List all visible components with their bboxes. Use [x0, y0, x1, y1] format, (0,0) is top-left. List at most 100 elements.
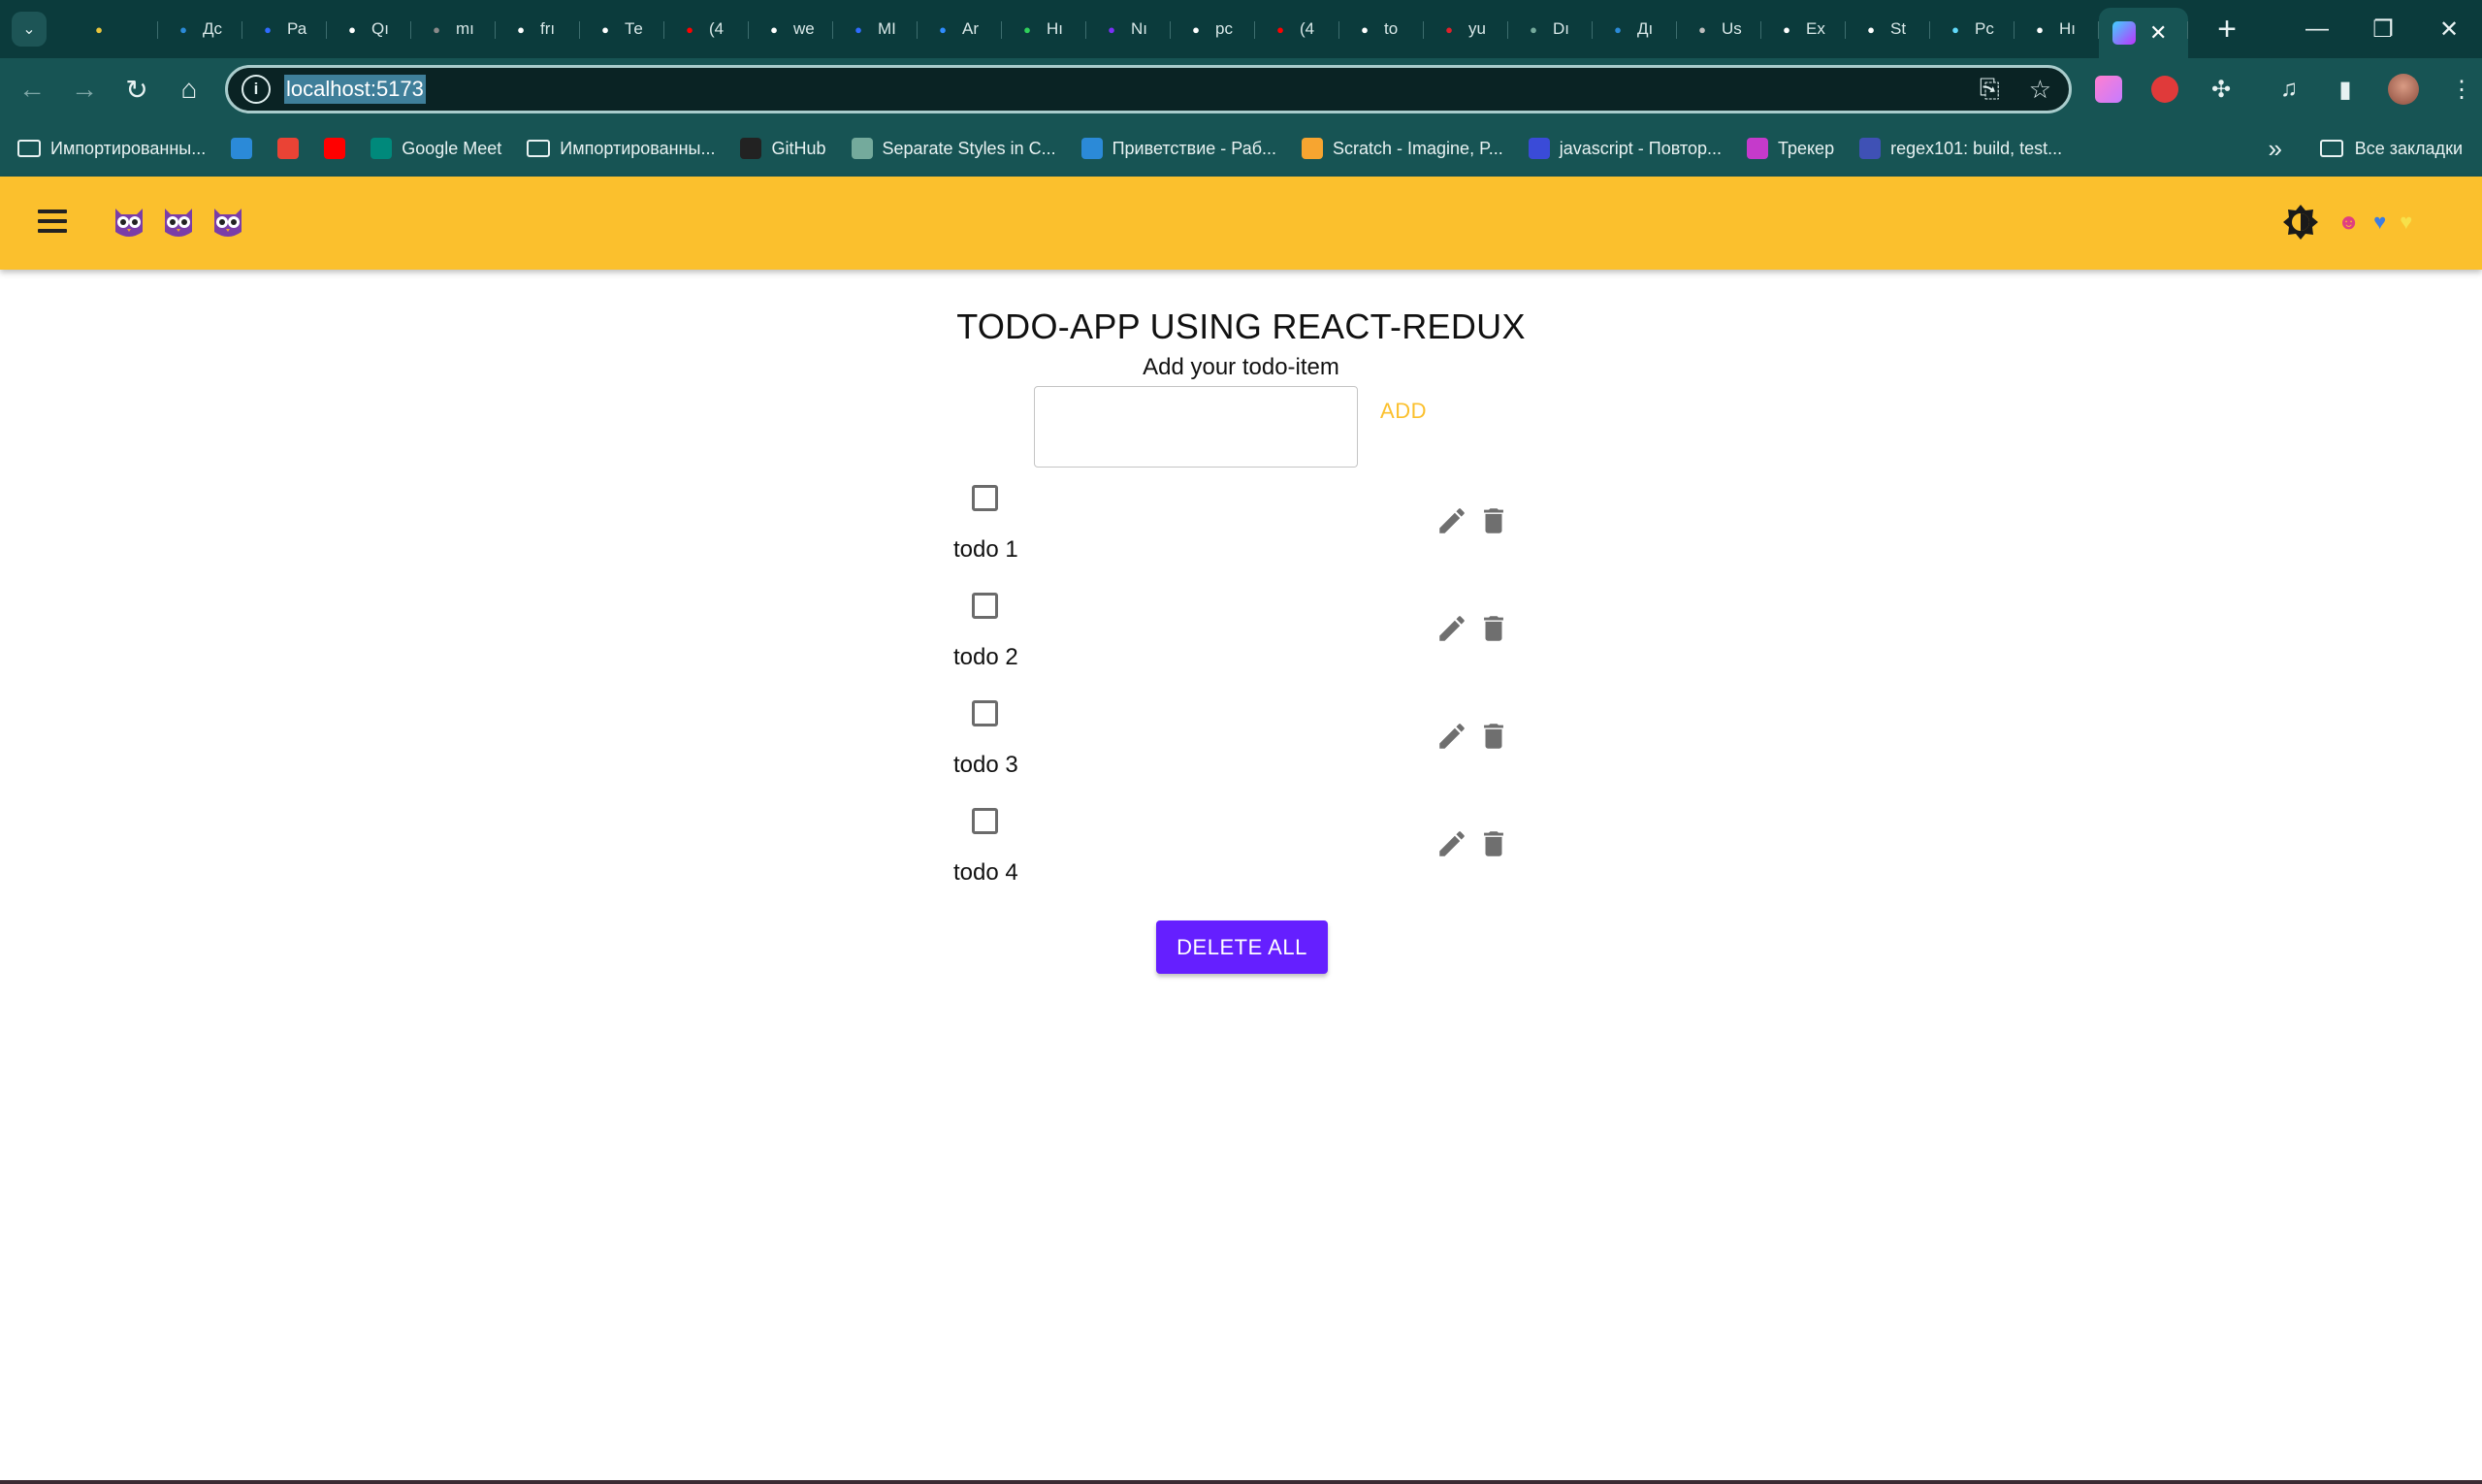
delete-trash-icon[interactable]	[1477, 827, 1510, 860]
browser-toolbar: ← → ↻ ⌂ i localhost:5173 ⎘ ☆ ✣ ♫ ▮ ⋮	[0, 58, 2482, 120]
todo-checkbox[interactable]	[972, 700, 998, 726]
edit-pencil-icon[interactable]	[1435, 612, 1468, 645]
add-button[interactable]: ADD	[1370, 394, 1437, 429]
extensions-area: ✣ ♫ ▮ ⋮	[2095, 58, 2475, 120]
bookmark-item[interactable]: regex101: build, test...	[1859, 138, 2062, 159]
theme-toggle-icon[interactable]	[2281, 203, 2320, 242]
forward-button[interactable]: →	[58, 74, 111, 105]
browser-tab[interactable]: ● pc	[1171, 8, 1255, 50]
browser-menu-icon[interactable]: ⋮	[2448, 76, 2475, 103]
stackoverflow-icon	[1528, 138, 1550, 159]
youtube-icon	[324, 138, 346, 159]
codepen-icon: ●	[1867, 21, 1875, 37]
back-button[interactable]: ←	[6, 74, 58, 105]
browser-tab[interactable]: ● Ex	[1761, 8, 1846, 50]
extensions-puzzle-icon[interactable]: ✣	[2208, 76, 2235, 103]
media-controls-icon[interactable]: ♫	[2275, 76, 2303, 103]
bookmark-item[interactable]	[231, 138, 253, 159]
browser-tab[interactable]: ● Дс	[158, 8, 242, 50]
folder-icon	[17, 140, 41, 157]
address-bar[interactable]: i localhost:5173 ⎘ ☆	[225, 65, 2072, 113]
todo-checkbox[interactable]	[972, 593, 998, 619]
bookmark-star-icon[interactable]: ☆	[2029, 75, 2051, 105]
browser-tab[interactable]: ●	[74, 8, 158, 50]
browser-tab[interactable]: ● (4	[1255, 8, 1339, 50]
browser-tab[interactable]: ● Hı	[1002, 8, 1086, 50]
blue-heart-icon[interactable]: ♥	[2373, 210, 2386, 235]
bookmark-item[interactable]: Приветствие - Раб...	[1080, 138, 1276, 159]
extension-red-icon[interactable]	[2151, 76, 2178, 103]
extension-gradient-icon[interactable]	[2095, 76, 2122, 103]
hamburger-menu-icon[interactable]	[35, 206, 70, 241]
browser-tab[interactable]: ● Ar	[918, 8, 1002, 50]
browser-tab[interactable]: ● Pc	[1930, 8, 2015, 50]
browser-tab[interactable]: ● mı	[411, 8, 496, 50]
todo-checkbox[interactable]	[972, 808, 998, 834]
bookmark-item[interactable]: Separate Styles in C...	[851, 138, 1056, 159]
more-bookmarks-icon[interactable]: »	[2269, 134, 2282, 164]
bookmark-item[interactable]	[324, 138, 346, 159]
browser-tab[interactable]: ● Hı	[2015, 8, 2099, 50]
browser-tab[interactable]: ● (4	[664, 8, 749, 50]
taskbar-edge	[0, 1480, 2482, 1484]
owl-avatar-icon[interactable]	[161, 203, 196, 240]
browser-tab[interactable]: ● to	[1339, 8, 1424, 50]
bookmark-item[interactable]: javascript - Повтор...	[1528, 138, 1722, 159]
bookmark-item[interactable]	[277, 138, 300, 159]
close-window-button[interactable]: ✕	[2416, 16, 2482, 44]
browser-tab[interactable]: ● Nı	[1086, 8, 1171, 50]
delete-all-button[interactable]: DELETE ALL	[1156, 920, 1328, 974]
bookmark-label: javascript - Повтор...	[1559, 138, 1722, 158]
bookmark-item[interactable]: Google Meet	[371, 138, 501, 159]
url-text[interactable]: localhost:5173	[284, 75, 426, 104]
face-emoji-icon[interactable]: ☻	[2337, 210, 2360, 235]
bookmark-item[interactable]: GitHub	[740, 138, 826, 159]
browser-tab[interactable]: ● Дı	[1593, 8, 1677, 50]
translate-icon[interactable]: ⎘	[1980, 74, 2000, 105]
browser-tab[interactable]: ● Ра	[242, 8, 327, 50]
bookmark-item[interactable]: Импортированны...	[527, 139, 715, 159]
todo-item: todo 3	[951, 700, 1513, 807]
delete-trash-icon[interactable]	[1477, 612, 1510, 645]
browser-tab[interactable]: ● St	[1846, 8, 1930, 50]
gmail-icon	[277, 138, 300, 159]
edit-pencil-icon[interactable]	[1435, 504, 1468, 537]
bookmark-item[interactable]: Трекер	[1746, 138, 1834, 159]
close-tab-icon[interactable]: ✕	[2149, 20, 2167, 46]
browser-tab[interactable]: ● we	[749, 8, 833, 50]
site-info-icon[interactable]: i	[242, 75, 271, 104]
browser-tab[interactable]: ● Us	[1677, 8, 1761, 50]
active-browser-tab[interactable]: ✕	[2099, 8, 2188, 58]
tab-title: yu	[1468, 19, 1486, 38]
tab-search-button[interactable]: ⌄	[12, 12, 47, 47]
reload-button[interactable]: ↻	[111, 74, 163, 106]
edit-pencil-icon[interactable]	[1435, 720, 1468, 753]
bookmark-label: Импортированны...	[50, 138, 207, 158]
edit-pencil-icon[interactable]	[1435, 827, 1468, 860]
browser-tab[interactable]: ● yu	[1424, 8, 1508, 50]
minimize-button[interactable]: —	[2284, 16, 2350, 43]
delete-trash-icon[interactable]	[1477, 504, 1510, 537]
todo-checkbox[interactable]	[972, 485, 998, 511]
browser-tab[interactable]: ● Qı	[327, 8, 411, 50]
side-panel-icon[interactable]: ▮	[2332, 76, 2359, 103]
chevron-down-icon: ⌄	[22, 21, 36, 38]
tab-title: frı	[540, 19, 556, 38]
browser-tab[interactable]: ● Те	[580, 8, 664, 50]
profile-avatar[interactable]	[2388, 74, 2419, 105]
owl-avatar-icon[interactable]	[210, 203, 245, 240]
bookmark-item[interactable]: Импортированны...	[17, 139, 206, 159]
bookmark-item[interactable]: Scratch - Imagine, P...	[1302, 138, 1503, 159]
browser-tab[interactable]: ● MI	[833, 8, 918, 50]
delete-trash-icon[interactable]	[1477, 720, 1510, 753]
browser-tab[interactable]: ● Dı	[1508, 8, 1593, 50]
home-button[interactable]: ⌂	[163, 74, 215, 105]
new-tab-button[interactable]: +	[2208, 11, 2246, 48]
owl-avatar-icon[interactable]	[112, 203, 146, 240]
all-bookmarks-button[interactable]: Все закладки	[2319, 120, 2463, 177]
browser-tab[interactable]: ● frı	[496, 8, 580, 50]
yellow-heart-icon[interactable]: ♥	[2400, 210, 2412, 235]
restore-button[interactable]: ❐	[2350, 16, 2416, 44]
bookmarks-bar: Импортированны... Google Meet Импортирован…	[0, 120, 2482, 177]
todo-input[interactable]	[1034, 386, 1358, 468]
